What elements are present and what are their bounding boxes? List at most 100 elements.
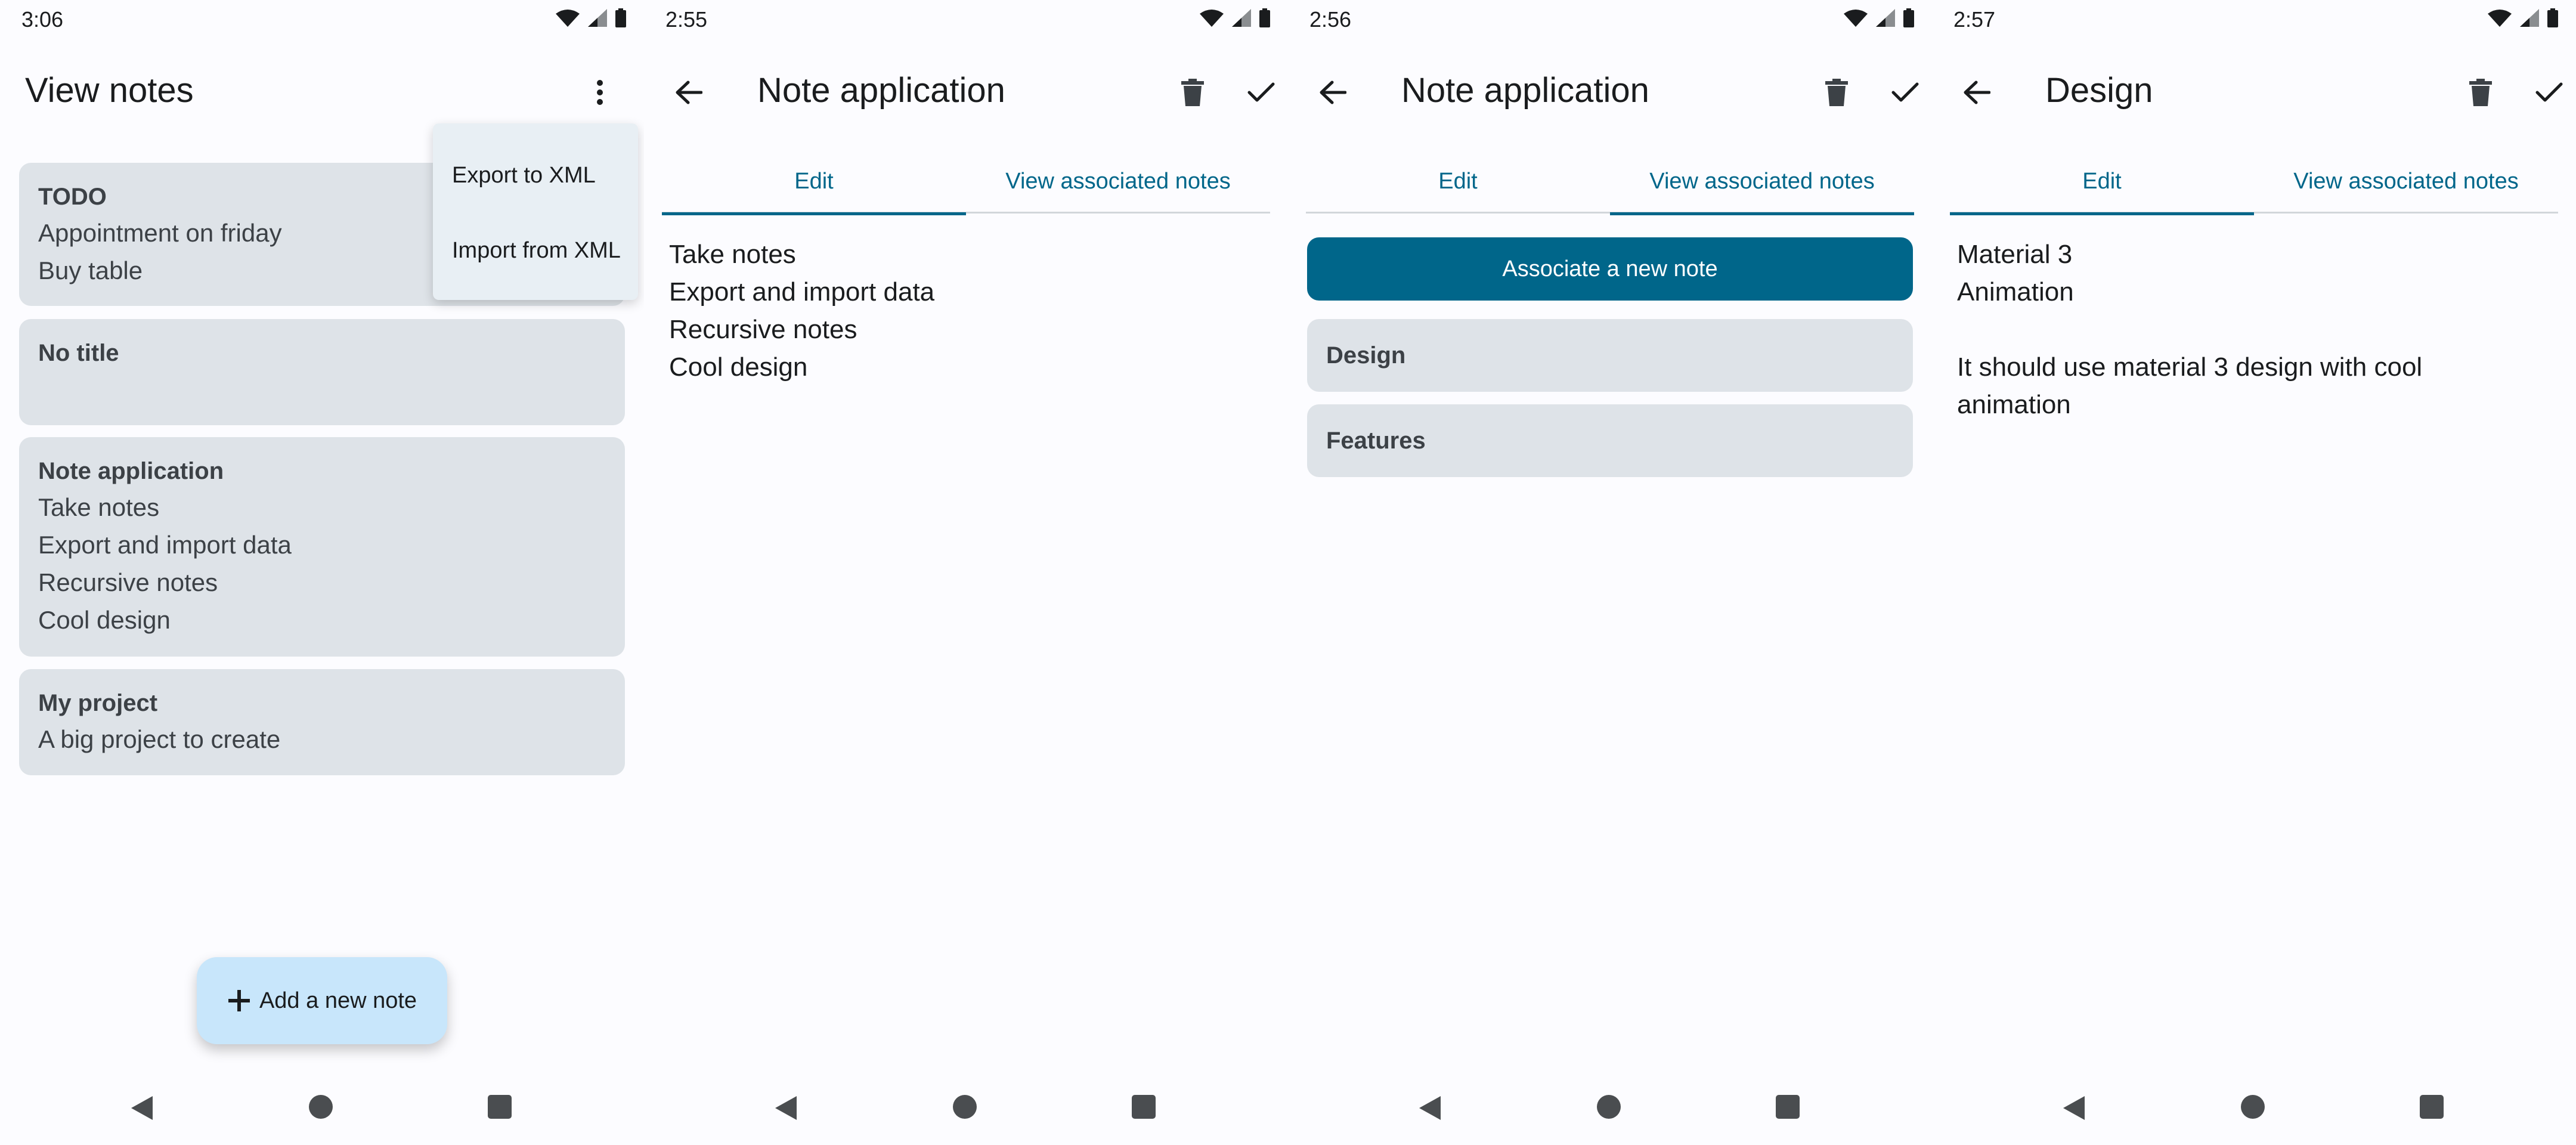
menu-item-export[interactable]: Export to XML bbox=[452, 163, 596, 188]
status-bar: 2:56 bbox=[1288, 0, 1932, 39]
fab-label: Add a new note bbox=[259, 988, 417, 1013]
save-button[interactable] bbox=[1237, 66, 1285, 119]
status-bar: 2:57 bbox=[1932, 0, 2576, 39]
tab-edit[interactable]: Edit bbox=[662, 149, 966, 215]
associated-note-features[interactable]: Features bbox=[1307, 404, 1913, 477]
overflow-menu: Export to XML Import from XML bbox=[433, 123, 638, 300]
system-nav-bar bbox=[0, 1073, 644, 1145]
nav-home-icon[interactable] bbox=[953, 1095, 977, 1119]
battery-icon bbox=[615, 8, 626, 27]
status-icons bbox=[2488, 8, 2558, 27]
status-bar: 2:55 bbox=[644, 0, 1288, 39]
back-button[interactable] bbox=[662, 66, 716, 119]
signal-icon bbox=[1876, 9, 1895, 27]
note-content-editor[interactable]: Material 3 Animation It should use mater… bbox=[1957, 236, 2553, 423]
nav-recent-icon[interactable] bbox=[2420, 1095, 2444, 1119]
arrow-back-icon bbox=[1320, 81, 1346, 104]
note-line: Recursive notes bbox=[38, 568, 218, 596]
status-icons bbox=[1200, 8, 1270, 27]
top-app-bar: Design bbox=[1932, 48, 2576, 131]
more-options-button[interactable] bbox=[576, 66, 624, 119]
note-title: Note application bbox=[38, 458, 224, 484]
battery-icon bbox=[1259, 8, 1270, 27]
status-time: 2:56 bbox=[1309, 7, 1352, 32]
content-line: Animation bbox=[1957, 277, 2074, 307]
note-line: Export and import data bbox=[38, 531, 292, 559]
system-nav-bar bbox=[1932, 1073, 2576, 1145]
delete-icon bbox=[2469, 79, 2492, 106]
tab-row: Edit View associated notes bbox=[1306, 149, 1914, 215]
note-card-my-project[interactable]: My project A big project to create bbox=[19, 669, 625, 775]
screen-view-notes: 3:06 View notes TODO Appointment on frid… bbox=[0, 0, 644, 1145]
nav-back-icon[interactable] bbox=[130, 1095, 154, 1121]
nav-home-icon[interactable] bbox=[309, 1095, 333, 1119]
note-content-editor[interactable]: Take notes Export and import data Recurs… bbox=[669, 236, 1265, 386]
note-card-no-title[interactable]: No title bbox=[19, 319, 625, 425]
nav-back-icon[interactable] bbox=[1418, 1095, 1442, 1121]
more-vert-icon bbox=[597, 80, 603, 105]
signal-icon bbox=[588, 9, 607, 27]
content-line: It should use material 3 design with coo… bbox=[1957, 352, 2423, 382]
top-app-bar: Note application bbox=[1288, 48, 1932, 131]
associated-note-design[interactable]: Design bbox=[1307, 319, 1913, 392]
menu-item-import[interactable]: Import from XML bbox=[452, 238, 621, 264]
note-title: No title bbox=[38, 340, 119, 366]
check-icon bbox=[2535, 82, 2563, 102]
back-button[interactable] bbox=[1306, 66, 1360, 119]
status-time: 2:57 bbox=[1953, 7, 1996, 32]
status-bar: 3:06 bbox=[0, 0, 644, 39]
page-title: Note application bbox=[1401, 71, 1649, 110]
content-line: Recursive notes bbox=[669, 315, 857, 344]
screen-associated-notes: 2:56 Note application Edit View associat… bbox=[1288, 0, 1932, 1145]
delete-button[interactable] bbox=[1169, 66, 1216, 119]
nav-recent-icon[interactable] bbox=[1132, 1095, 1156, 1119]
save-button[interactable] bbox=[1881, 66, 1929, 119]
top-app-bar: Note application bbox=[644, 48, 1288, 131]
check-icon bbox=[1247, 82, 1275, 102]
content-line: Cool design bbox=[669, 352, 808, 382]
tab-edit[interactable]: Edit bbox=[1306, 149, 1610, 213]
system-nav-bar bbox=[644, 1073, 1288, 1145]
battery-icon bbox=[1903, 8, 1914, 27]
wifi-icon bbox=[556, 10, 580, 27]
delete-button[interactable] bbox=[1813, 66, 1860, 119]
wifi-icon bbox=[2488, 10, 2512, 27]
note-line: A big project to create bbox=[38, 725, 281, 753]
status-time: 3:06 bbox=[21, 7, 64, 32]
status-icons bbox=[1844, 8, 1914, 27]
nav-back-icon[interactable] bbox=[2062, 1095, 2086, 1121]
associate-note-button[interactable]: Associate a new note bbox=[1307, 237, 1913, 301]
tab-associated-notes[interactable]: View associated notes bbox=[966, 149, 1270, 213]
nav-recent-icon[interactable] bbox=[488, 1095, 512, 1119]
nav-home-icon[interactable] bbox=[2241, 1095, 2265, 1119]
screen-edit-note-application: 2:55 Note application Edit View associat… bbox=[644, 0, 1288, 1145]
nav-home-icon[interactable] bbox=[1597, 1095, 1621, 1119]
top-app-bar: View notes bbox=[0, 48, 644, 131]
page-title: View notes bbox=[25, 71, 194, 110]
tab-associated-notes[interactable]: View associated notes bbox=[1610, 149, 1914, 215]
delete-icon bbox=[1181, 79, 1204, 106]
note-card-note-application[interactable]: Note application Take notes Export and i… bbox=[19, 437, 625, 657]
content-line: Material 3 bbox=[1957, 240, 2073, 269]
tab-associated-notes[interactable]: View associated notes bbox=[2254, 149, 2558, 213]
signal-icon bbox=[2520, 9, 2539, 27]
back-button[interactable] bbox=[1950, 66, 2004, 119]
stage: 3:06 View notes TODO Appointment on frid… bbox=[0, 0, 2576, 1145]
wifi-icon bbox=[1200, 10, 1224, 27]
add-note-fab[interactable]: Add a new note bbox=[197, 957, 447, 1044]
status-icons bbox=[556, 8, 626, 27]
tab-row: Edit View associated notes bbox=[1950, 149, 2558, 215]
battery-icon bbox=[2547, 8, 2558, 27]
status-time: 2:55 bbox=[665, 7, 708, 32]
arrow-back-icon bbox=[676, 81, 702, 104]
save-button[interactable] bbox=[2525, 66, 2573, 119]
nav-back-icon[interactable] bbox=[774, 1095, 798, 1121]
add-icon bbox=[228, 990, 250, 1011]
content-line: Export and import data bbox=[669, 277, 935, 307]
arrow-back-icon bbox=[1964, 81, 1990, 104]
delete-button[interactable] bbox=[2457, 66, 2504, 119]
tab-edit[interactable]: Edit bbox=[1950, 149, 2254, 215]
delete-icon bbox=[1825, 79, 1848, 106]
tab-row: Edit View associated notes bbox=[662, 149, 1270, 215]
nav-recent-icon[interactable] bbox=[1776, 1095, 1800, 1119]
